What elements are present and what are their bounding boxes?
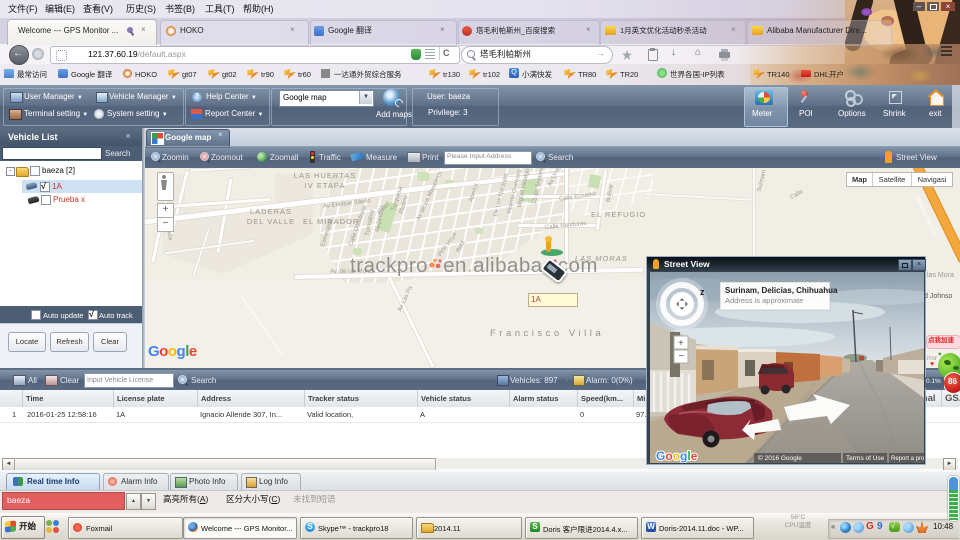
svg-text:Terms of Use: Terms of Use bbox=[846, 455, 885, 462]
svg-text:© 2016 Google: © 2016 Google bbox=[758, 454, 802, 462]
svg-text:z: z bbox=[700, 287, 705, 297]
svg-text:−: − bbox=[679, 351, 685, 362]
svg-text:+: + bbox=[678, 338, 684, 349]
svg-text:Google: Google bbox=[656, 449, 698, 463]
svg-text:Report a problem: Report a problem bbox=[891, 456, 924, 462]
svg-text:Address is approximate: Address is approximate bbox=[725, 296, 803, 305]
svg-text:Surinam, Delicias, Chihuahua: Surinam, Delicias, Chihuahua bbox=[725, 286, 838, 295]
